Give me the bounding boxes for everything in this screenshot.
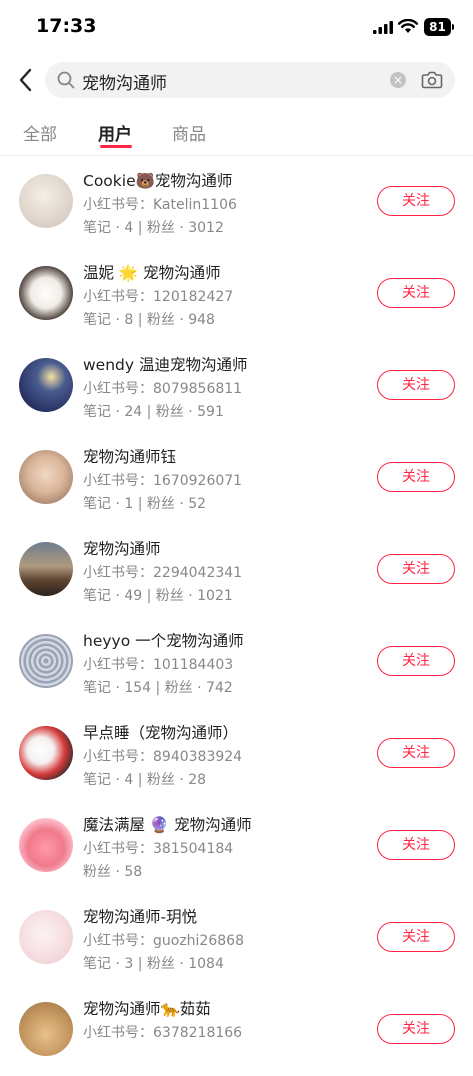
tab-all[interactable]: 全部 (23, 120, 57, 145)
follow-button[interactable]: 关注 (377, 646, 455, 676)
list-item[interactable]: 早点睡（宠物沟通师） 小红书号：8940383924 笔记 · 4 | 粉丝 ·… (0, 708, 473, 800)
follow-button[interactable]: 关注 (377, 738, 455, 768)
list-item[interactable]: 宠物沟通师🐆茹茹 小红书号：6378218166 关注 (0, 984, 473, 1076)
tab-bar: 全部 用户 商品 (0, 114, 473, 154)
follow-button[interactable]: 关注 (377, 1014, 455, 1044)
user-name: 早点睡（宠物沟通师） (83, 724, 239, 742)
list-item[interactable]: heyyo 一个宠物沟通师 小红书号：101184403 笔记 · 154 | … (0, 616, 473, 708)
user-name: wendy 温迪宠物沟通师 (83, 356, 248, 374)
avatar[interactable] (19, 542, 73, 596)
user-name: 宠物沟通师钰 (83, 448, 177, 466)
follow-button[interactable]: 关注 (377, 830, 455, 860)
tab-users[interactable]: 用户 (98, 120, 132, 145)
redbook-id: 小红书号：2294042341 (83, 565, 243, 581)
redbook-id: 小红书号：guozhi26868 (83, 933, 244, 949)
list-item[interactable]: 温妮 🌟 宠物沟通师 小红书号：120182427 笔记 · 8 | 粉丝 · … (0, 248, 473, 340)
follow-button[interactable]: 关注 (377, 370, 455, 400)
tab-products[interactable]: 商品 (172, 120, 206, 145)
redbook-id: 小红书号：8940383924 (83, 749, 243, 765)
redbook-id: 小红书号：1670926071 (83, 473, 243, 489)
user-name: heyyo 一个宠物沟通师 (83, 632, 244, 650)
user-name: 温妮 🌟 宠物沟通师 (83, 264, 221, 282)
avatar[interactable] (19, 910, 73, 964)
battery-level: 81 (429, 20, 446, 34)
user-name: Cookie🐻宠物沟通师 (83, 172, 233, 190)
redbook-id: 小红书号：120182427 (83, 289, 234, 305)
search-bar[interactable]: 宠物沟通师 × (45, 62, 455, 98)
redbook-id: 小红书号：101184403 (83, 657, 234, 673)
list-item[interactable]: 宠物沟通师 小红书号：2294042341 笔记 · 49 | 粉丝 · 102… (0, 524, 473, 616)
user-stats: 笔记 · 49 | 粉丝 · 1021 (83, 588, 233, 604)
redbook-id: 小红书号：Katelin1106 (83, 197, 237, 213)
avatar[interactable] (19, 266, 73, 320)
avatar[interactable] (19, 358, 73, 412)
redbook-id: 小红书号：8079856811 (83, 381, 243, 397)
follow-button[interactable]: 关注 (377, 278, 455, 308)
clear-icon[interactable]: × (390, 72, 406, 88)
status-time: 17:33 (36, 15, 97, 37)
search-input[interactable]: 宠物沟通师 (82, 69, 167, 94)
list-item[interactable]: Cookie🐻宠物沟通师 小红书号：Katelin1106 笔记 · 4 | 粉… (0, 156, 473, 248)
list-item[interactable]: 魔法满屋 🔮 宠物沟通师 小红书号：381504184 粉丝 · 58 关注 (0, 800, 473, 892)
list-item[interactable]: 宠物沟通师-玥悦 小红书号：guozhi26868 笔记 · 3 | 粉丝 · … (0, 892, 473, 984)
search-icon (57, 71, 75, 89)
avatar[interactable] (19, 174, 73, 228)
avatar[interactable] (19, 818, 73, 872)
battery-icon: 81 (424, 18, 451, 36)
follow-button[interactable]: 关注 (377, 186, 455, 216)
user-stats: 粉丝 · 58 (83, 864, 143, 880)
battery-tip (452, 24, 454, 30)
follow-button[interactable]: 关注 (377, 462, 455, 492)
status-bar: 17:33 81 (0, 0, 473, 54)
user-stats: 笔记 · 8 | 粉丝 · 948 (83, 312, 215, 328)
follow-button[interactable]: 关注 (377, 554, 455, 584)
user-stats: 笔记 · 24 | 粉丝 · 591 (83, 404, 224, 420)
user-name: 宠物沟通师 (83, 540, 161, 558)
user-stats: 笔记 · 4 | 粉丝 · 28 (83, 772, 207, 788)
user-stats: 笔记 · 154 | 粉丝 · 742 (83, 680, 233, 696)
user-stats: 笔记 · 3 | 粉丝 · 1084 (83, 956, 224, 972)
user-stats: 笔记 · 1 | 粉丝 · 52 (83, 496, 207, 512)
redbook-id: 小红书号：6378218166 (83, 1025, 243, 1041)
list-item[interactable]: 宠物沟通师钰 小红书号：1670926071 笔记 · 1 | 粉丝 · 52 … (0, 432, 473, 524)
back-icon[interactable] (14, 66, 40, 94)
camera-icon[interactable] (421, 70, 443, 90)
redbook-id: 小红书号：381504184 (83, 841, 234, 857)
active-tab-indicator (100, 145, 132, 148)
signal-icon (373, 21, 393, 34)
user-name: 宠物沟通师🐆茹茹 (83, 1000, 211, 1018)
avatar[interactable] (19, 726, 73, 780)
list-item[interactable]: wendy 温迪宠物沟通师 小红书号：8079856811 笔记 · 24 | … (0, 340, 473, 432)
user-name: 魔法满屋 🔮 宠物沟通师 (83, 816, 252, 834)
user-stats: 笔记 · 4 | 粉丝 · 3012 (83, 220, 224, 236)
user-name: 宠物沟通师-玥悦 (83, 908, 198, 926)
follow-button[interactable]: 关注 (377, 922, 455, 952)
wifi-icon (398, 19, 418, 33)
avatar[interactable] (19, 450, 73, 504)
avatar[interactable] (19, 1002, 73, 1056)
avatar[interactable] (19, 634, 73, 688)
